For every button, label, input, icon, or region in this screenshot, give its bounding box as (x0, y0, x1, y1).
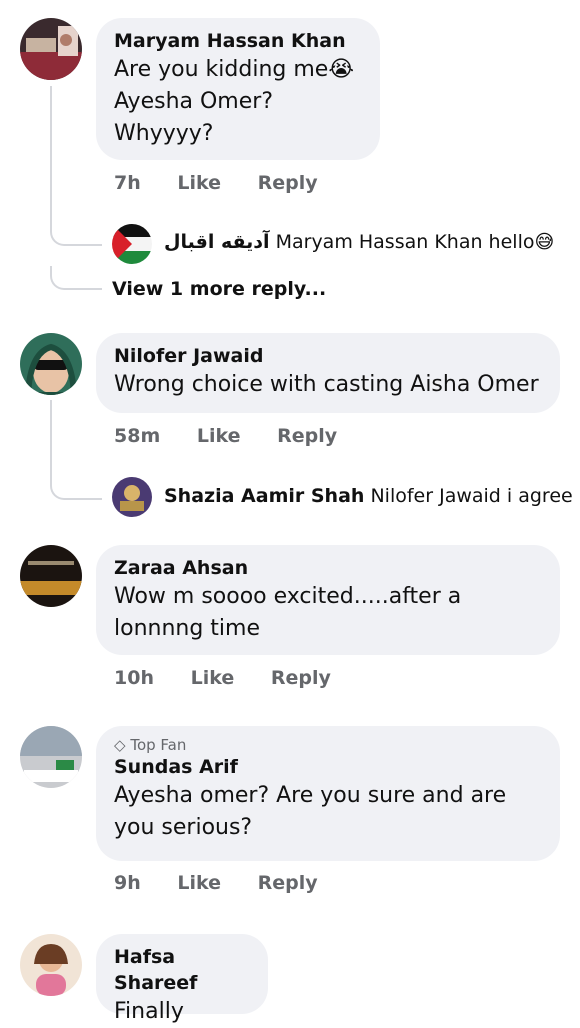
comment-bubble: Maryam Hassan Khan Are you kidding me😭 A… (96, 18, 380, 160)
like-button[interactable]: Like (177, 872, 221, 894)
avatar[interactable] (20, 934, 82, 996)
reply-author[interactable]: Shazia Aamir Shah (164, 485, 364, 507)
comment-time: 10h (114, 667, 154, 689)
thread-line (50, 86, 52, 224)
comment-time: 58m (114, 425, 161, 447)
comment-author[interactable]: Maryam Hassan Khan (114, 28, 362, 54)
comment-time: 7h (114, 172, 141, 194)
reply-preview[interactable]: Shazia Aamir Shah Nilofer Jawaid i agree (164, 485, 573, 507)
reply-text: Maryam Hassan Khan hello😅 (275, 231, 555, 253)
diamond-icon: ◇ (114, 736, 126, 754)
reply-button[interactable]: Reply (271, 667, 331, 689)
top-fan-label: Top Fan (130, 736, 187, 754)
comment-bubble: Nilofer Jawaid Wrong choice with casting… (96, 333, 560, 413)
reply-button[interactable]: Reply (258, 172, 318, 194)
comment-author[interactable]: Nilofer Jawaid (114, 343, 542, 369)
comment-author[interactable]: Sundas Arif (114, 754, 542, 780)
comment-actions: 58m Like Reply (114, 425, 367, 447)
reply-button[interactable]: Reply (277, 425, 337, 447)
comment-bubble: ◇ Top Fan Sundas Arif Ayesha omer? Are y… (96, 726, 560, 861)
reply-author[interactable]: آديقه اقبال (164, 231, 270, 253)
comment-time: 9h (114, 872, 141, 894)
comment-text-line: Ayesha Omer? (114, 89, 273, 114)
comment-author[interactable]: Zaraa Ahsan (114, 555, 542, 581)
reply-preview[interactable]: آديقه اقبال Maryam Hassan Khan hello😅 (164, 231, 554, 253)
like-button[interactable]: Like (177, 172, 221, 194)
thread-elbow (50, 476, 102, 500)
thread-elbow (50, 266, 102, 290)
comment-bubble: Hafsa Shareef Finally (96, 934, 268, 1024)
comment-text-line: Are you kidding me😭 (114, 57, 355, 82)
comment-text-line: lonnnng time (114, 616, 261, 641)
thread-elbow (50, 222, 102, 246)
comment-text-line: Wow m soooo excited.....after a (114, 584, 462, 609)
avatar[interactable] (112, 477, 152, 517)
avatar[interactable] (20, 18, 82, 80)
like-button[interactable]: Like (197, 425, 241, 447)
like-button[interactable]: Like (191, 667, 235, 689)
reply-text: Nilofer Jawaid i agree (370, 485, 573, 507)
comment-text-line: Ayesha omer? Are you sure and are (114, 783, 507, 808)
comment-text-line: Whyyyy? (114, 121, 214, 146)
comment-actions: 10h Like Reply (114, 667, 361, 689)
reply-button[interactable]: Reply (258, 872, 318, 894)
comment-bubble: Zaraa Ahsan Wow m soooo excited.....afte… (96, 545, 560, 655)
top-fan-badge: ◇ Top Fan (114, 736, 542, 754)
avatar[interactable] (20, 333, 82, 395)
avatar[interactable] (20, 545, 82, 607)
comment-actions: 7h Like Reply (114, 172, 348, 194)
comment-text-line: Finally (114, 999, 184, 1024)
comment-text-line: Wrong choice with casting Aisha Omer (114, 372, 539, 397)
comment-author[interactable]: Hafsa Shareef (114, 944, 250, 996)
avatar[interactable] (20, 726, 82, 788)
comment-text-line: you serious? (114, 815, 253, 840)
thread-line (50, 400, 52, 478)
avatar[interactable] (112, 224, 152, 264)
view-more-replies-link[interactable]: View 1 more reply... (112, 278, 326, 300)
comment-actions: 9h Like Reply (114, 872, 348, 894)
